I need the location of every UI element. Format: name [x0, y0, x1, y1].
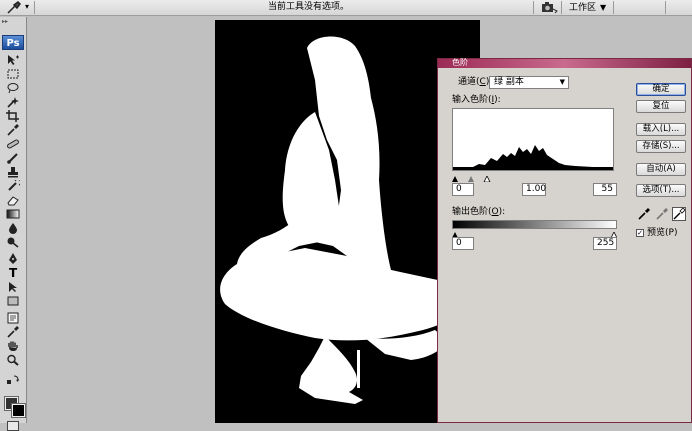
eyedropper-tool-icon[interactable] — [6, 124, 20, 136]
separator — [533, 1, 534, 14]
channel-select[interactable]: 绿 副本 ▼ — [489, 76, 569, 89]
chevron-down-icon: ▼ — [600, 3, 607, 12]
black-point-eyedropper-icon[interactable] — [637, 207, 651, 221]
zoom-tool-icon[interactable] — [6, 354, 20, 366]
channel-select-value: 绿 副本 — [494, 77, 524, 87]
quick-selection-tool-icon[interactable] — [6, 96, 20, 108]
healing-brush-tool-icon[interactable] — [6, 138, 20, 150]
eraser-tool-icon[interactable] — [6, 194, 20, 206]
reset-button[interactable]: 复位 — [636, 100, 686, 113]
move-tool-icon[interactable] — [6, 54, 20, 66]
save-button[interactable]: 存储(S)... — [636, 140, 686, 153]
marquee-tool-icon[interactable] — [6, 68, 20, 80]
path-selection-tool-icon[interactable] — [6, 281, 20, 293]
white-point-eyedropper-icon[interactable] — [672, 207, 686, 221]
load-button[interactable]: 载入(L)... — [636, 123, 686, 136]
dialog-titlebar[interactable]: 色阶 — [438, 58, 691, 68]
rectangle-shape-tool-icon[interactable] — [6, 295, 20, 307]
output-white-field[interactable]: 255 — [593, 237, 617, 250]
dialog-title: 色阶 — [452, 58, 468, 67]
blur-tool-icon[interactable] — [6, 222, 20, 234]
input-levels-label: 输入色阶(I): — [452, 95, 501, 105]
pen-tool-icon[interactable] — [6, 253, 20, 265]
background-color-swatch[interactable] — [12, 404, 25, 417]
input-black-handle — [452, 176, 458, 182]
output-levels-label: 输出色阶(O): — [452, 207, 506, 217]
separator — [561, 1, 562, 14]
options-button[interactable]: 选项(T)... — [636, 184, 686, 197]
output-black-field[interactable]: 0 — [452, 237, 474, 250]
options-bar: ▾ 当前工具没有选项。 工作区 ▼ — [0, 0, 692, 16]
separator — [34, 1, 35, 14]
preview-label: 预览(P) — [647, 228, 678, 238]
separator — [665, 1, 666, 14]
notes-tool-icon[interactable] — [6, 312, 20, 324]
crop-tool-icon[interactable] — [6, 110, 20, 122]
workspace-menu[interactable]: 工作区 ▼ — [565, 0, 606, 15]
chevron-down-icon: ▼ — [559, 78, 565, 86]
workspace-label: 工作区 — [569, 3, 597, 13]
auto-button[interactable]: 自动(A) — [636, 163, 686, 176]
history-brush-tool-icon[interactable] — [6, 180, 20, 192]
input-gamma-handle — [468, 176, 474, 182]
brush-tool-icon[interactable] — [6, 152, 20, 164]
chevron-down-icon: ▾ — [25, 2, 30, 11]
input-levels-slider[interactable] — [452, 172, 614, 183]
camera-icon[interactable] — [540, 1, 558, 14]
no-options-hint: 当前工具没有选项。 — [268, 2, 350, 12]
input-white-handle — [483, 175, 491, 183]
input-black-field[interactable]: 0 — [452, 183, 474, 196]
ok-button[interactable]: 确定 — [636, 83, 686, 96]
levels-dialog: 色阶 通道(C): 绿 副本 ▼ 输入色阶(I): 0 1.00 55 输出色阶… — [437, 58, 692, 423]
histogram — [452, 108, 614, 171]
output-levels-slider[interactable] — [452, 228, 618, 239]
gray-point-eyedropper-icon[interactable] — [655, 207, 669, 221]
input-gamma-field[interactable]: 1.00 — [522, 183, 546, 196]
channel-label: 通道(C): — [458, 77, 492, 87]
lasso-tool-icon[interactable] — [6, 82, 20, 94]
swap-colors-icon[interactable] — [6, 374, 20, 386]
tool-preset-picker[interactable]: ▾ — [4, 0, 30, 15]
separator — [613, 1, 614, 14]
dodge-tool-icon[interactable] — [6, 236, 20, 248]
preview-checkbox[interactable]: ✓ — [636, 229, 644, 237]
toolbox: ▸▸ Ps T — [0, 17, 27, 431]
hand-tool-icon[interactable] — [6, 340, 20, 352]
clone-stamp-tool-icon[interactable] — [6, 166, 20, 178]
input-white-field[interactable]: 55 — [593, 183, 617, 196]
gradient-tool-icon[interactable] — [6, 208, 20, 220]
toolbox-grip-icon[interactable]: ▸▸ — [2, 19, 24, 25]
ps-logo[interactable]: Ps — [2, 35, 24, 50]
type-tool-icon[interactable]: T — [6, 267, 23, 279]
eyedropper-icon — [7, 1, 21, 14]
eyedropper-tool-icon[interactable] — [6, 326, 20, 338]
